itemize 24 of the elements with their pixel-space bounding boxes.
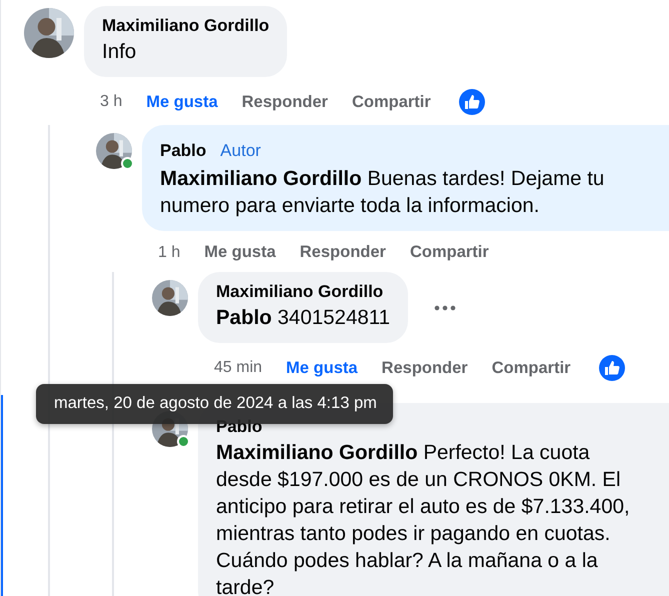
comment-text: Maximiliano Gordillo Perfecto! La cuota desde $197.000 es de un CRONOS 0KM. El anticipo para retirar el auto es de $7.133.400, mientras tanto podes ir pagando en cuotas. Cuándo podes hablar? A la mañana o a la tarde?: [216, 440, 631, 596]
reply-button[interactable]: Responder: [242, 92, 328, 112]
comment-text: Pablo 3401524811: [216, 305, 390, 331]
like-reaction-icon[interactable]: [458, 89, 485, 115]
share-button[interactable]: Compartir: [492, 358, 571, 378]
like-button[interactable]: Me gusta: [146, 92, 218, 112]
share-button[interactable]: Compartir: [352, 92, 431, 112]
author-label: Autor: [219, 140, 262, 162]
more-icon[interactable]: [434, 304, 456, 310]
comment-time[interactable]: 1 h: [158, 244, 180, 262]
author-name[interactable]: Maximiliano Gordillo: [216, 282, 384, 302]
author-name[interactable]: Pablo: [160, 141, 206, 161]
like-button[interactable]: Me gusta: [286, 358, 358, 378]
author-name[interactable]: Maximiliano Gordillo: [102, 16, 270, 36]
comment-time[interactable]: 3 h: [100, 93, 122, 111]
comment-text: Maximiliano Gordillo Buenas tardes! Dejame tu numero para enviarte toda la informacion.: [160, 166, 606, 219]
comment-time[interactable]: 45 min: [214, 359, 262, 377]
like-button[interactable]: Me gusta: [204, 243, 276, 262]
reply-button[interactable]: Responder: [300, 243, 386, 262]
like-reaction-icon[interactable]: [598, 355, 625, 381]
comment-text: Info: [102, 39, 138, 65]
reply-button[interactable]: Responder: [382, 358, 468, 378]
share-button[interactable]: Compartir: [410, 243, 489, 262]
timestamp-tooltip: martes, 20 de agosto de 2024 a las 4:13 pm: [36, 384, 393, 424]
